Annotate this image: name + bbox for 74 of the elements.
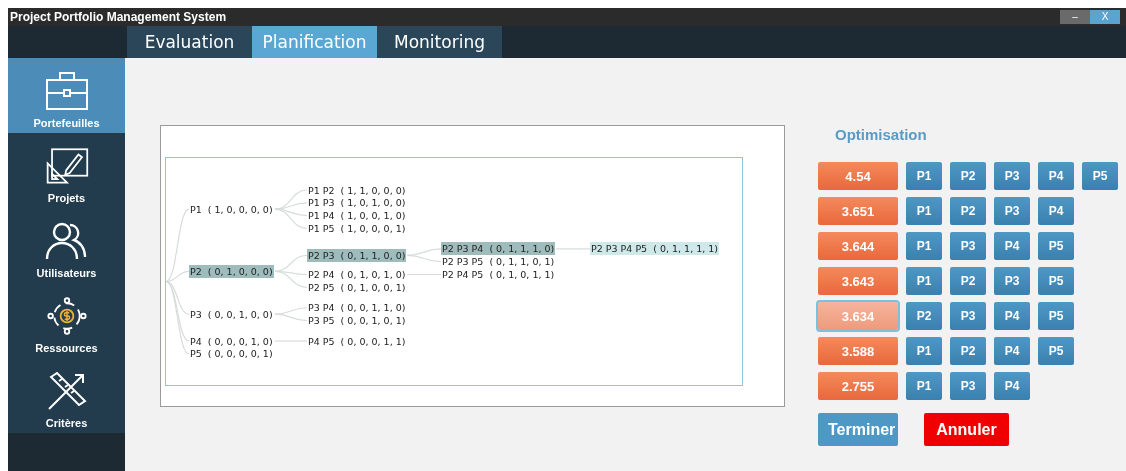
project-chip[interactable]: P4: [1038, 162, 1074, 190]
tab[interactable]: Evaluation: [127, 26, 252, 58]
project-chip[interactable]: P1: [906, 162, 942, 190]
briefcase-icon: [44, 71, 89, 111]
project-chip[interactable]: P4: [994, 302, 1030, 330]
project-chip[interactable]: P5: [1038, 267, 1074, 295]
project-chip[interactable]: P2: [906, 302, 942, 330]
tree-node[interactable]: P2 ( 0, 1, 0, 0, 0): [189, 264, 274, 278]
tree-node[interactable]: P4 P5 ( 0, 0, 0, 1, 1): [307, 334, 407, 348]
score-button[interactable]: 3.643: [818, 267, 898, 295]
tab[interactable]: Monitoring: [377, 26, 502, 58]
project-chip[interactable]: P4: [994, 232, 1030, 260]
tree-node[interactable]: P1 P5 ( 1, 0, 0, 0, 1): [307, 221, 407, 235]
project-chip[interactable]: P5: [1038, 232, 1074, 260]
project-chip[interactable]: P3: [994, 162, 1030, 190]
project-chip[interactable]: P1: [906, 232, 942, 260]
close-button[interactable]: X: [1090, 10, 1120, 24]
finish-button[interactable]: Terminer: [818, 413, 898, 446]
sidebar-item[interactable]: Utilisateurs: [8, 208, 125, 283]
tab[interactable]: Planification: [252, 26, 377, 58]
tree-node[interactable]: P3 P4 ( 0, 0, 1, 1, 0): [307, 301, 407, 315]
score-button[interactable]: 3.644: [818, 232, 898, 260]
sidebar-item[interactable]: Portefeuilles: [8, 58, 125, 133]
project-chip[interactable]: P5: [1082, 162, 1118, 190]
sidebar-item[interactable]: Projets: [8, 133, 125, 208]
tree-node[interactable]: P1 P2 ( 1, 1, 0, 0, 0): [307, 183, 407, 197]
project-chip[interactable]: P3: [950, 232, 986, 260]
project-chip[interactable]: P5: [1038, 337, 1074, 365]
project-chip[interactable]: P5: [1038, 302, 1074, 330]
tree-edge: [406, 273, 442, 276]
tree-node[interactable]: P2 P5 ( 0, 1, 0, 0, 1): [307, 280, 407, 294]
window-title: Project Portfolio Management System: [9, 10, 227, 24]
tree-node[interactable]: P1 P4 ( 1, 0, 0, 1, 0): [307, 209, 407, 223]
minimize-button[interactable]: –: [1060, 10, 1090, 24]
tree-node[interactable]: P2 P3 P4 ( 0, 1, 1, 1, 0): [441, 242, 556, 256]
project-chip[interactable]: P4: [994, 337, 1030, 365]
tree-node[interactable]: P2 P4 P5 ( 0, 1, 0, 1, 1): [441, 267, 556, 281]
tree-node[interactable]: P4 ( 0, 0, 0, 1, 0): [189, 334, 274, 348]
score-button[interactable]: 4.54: [818, 162, 898, 190]
tree-node[interactable]: P2 P4 ( 0, 1, 0, 1, 0): [307, 267, 407, 281]
sidebar-item[interactable]: Ressources: [8, 283, 125, 358]
tree-node[interactable]: P2 P3 P4 P5 ( 0, 1, 1, 1, 1): [590, 242, 719, 256]
project-chip[interactable]: P4: [994, 372, 1030, 400]
project-chip[interactable]: P1: [906, 372, 942, 400]
tree-edge: [406, 254, 442, 263]
sidebar-item[interactable]: Critères: [8, 358, 125, 433]
project-chip[interactable]: P2: [950, 197, 986, 225]
tree-node[interactable]: P3 ( 0, 0, 1, 0, 0): [189, 307, 274, 321]
project-chip[interactable]: P1: [906, 337, 942, 365]
project-chip[interactable]: P4: [1038, 197, 1074, 225]
project-chip[interactable]: P2: [950, 267, 986, 295]
project-chip[interactable]: P3: [950, 372, 986, 400]
project-chip[interactable]: P3: [994, 267, 1030, 295]
project-chip[interactable]: P1: [906, 197, 942, 225]
project-chip[interactable]: P3: [950, 302, 986, 330]
project-chip[interactable]: P2: [950, 162, 986, 190]
cancel-button[interactable]: Annuler: [924, 413, 1009, 446]
score-button[interactable]: 2.755: [818, 372, 898, 400]
tree-node[interactable]: P3 P5 ( 0, 0, 1, 0, 1): [307, 314, 407, 328]
tree-node[interactable]: P2 P3 ( 0, 1, 1, 0, 0): [307, 248, 407, 262]
tree-node[interactable]: P2 P3 P5 ( 0, 1, 1, 0, 1): [441, 255, 556, 269]
project-chip[interactable]: P2: [950, 337, 986, 365]
tree-node[interactable]: P5 ( 0, 0, 0, 0, 1): [189, 347, 274, 361]
score-button[interactable]: 3.651: [818, 197, 898, 225]
tree-edge: [274, 313, 308, 322]
score-button[interactable]: 3.634: [818, 302, 898, 330]
score-button[interactable]: 3.588: [818, 337, 898, 365]
section-title: Optimisation: [835, 125, 928, 145]
tree-node[interactable]: P1 P3 ( 1, 0, 1, 0, 0): [307, 196, 407, 210]
drafting-icon: [44, 146, 89, 186]
project-chip[interactable]: P3: [994, 197, 1030, 225]
project-chip[interactable]: P1: [906, 267, 942, 295]
users-icon: [44, 221, 89, 261]
tree-node[interactable]: P1 ( 1, 0, 0, 0, 0): [189, 202, 274, 216]
